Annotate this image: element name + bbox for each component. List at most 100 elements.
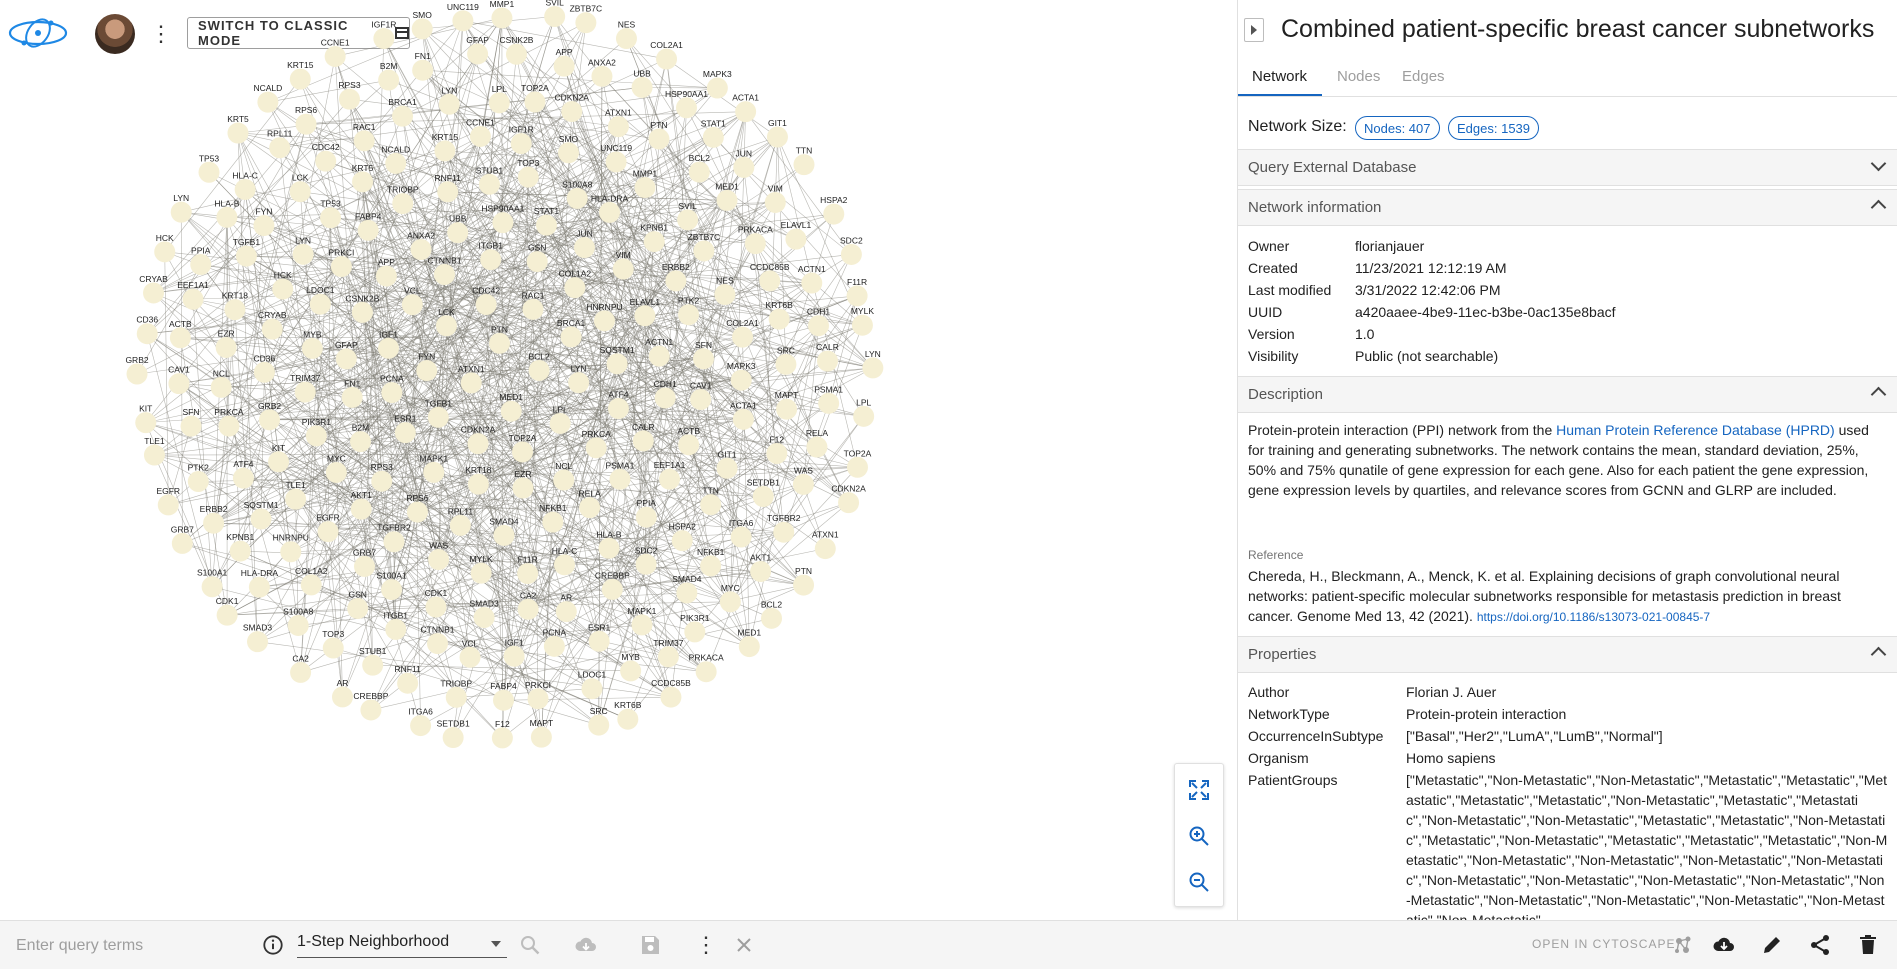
graph-node	[443, 727, 464, 748]
graph-node	[594, 310, 615, 331]
graph-node	[745, 233, 766, 254]
graph-node	[479, 174, 500, 195]
graph-node	[491, 7, 512, 28]
graph-node-label: NES	[716, 276, 734, 286]
switch-classic-mode-button[interactable]: SWITCH TO CLASSIC MODE	[187, 17, 410, 49]
graph-edge	[502, 593, 686, 738]
graph-edge	[198, 467, 857, 481]
graph-node	[544, 6, 565, 27]
chevron-up-icon	[1871, 200, 1887, 216]
graph-edge	[396, 163, 528, 609]
graph-node	[447, 222, 468, 243]
graph-edge	[437, 309, 533, 643]
properties-header[interactable]: Properties	[1238, 636, 1897, 673]
graph-node-label: SQSTM1	[600, 345, 635, 355]
tab-nodes[interactable]: Nodes	[1337, 68, 1380, 85]
graph-node-label: PRKACA	[738, 225, 773, 235]
graph-edge	[331, 218, 744, 420]
close-icon[interactable]	[732, 933, 756, 957]
user-avatar[interactable]	[95, 14, 135, 54]
graph-edge	[744, 167, 852, 254]
graph-edge	[599, 537, 741, 641]
graph-node	[425, 597, 446, 618]
graph-edge	[645, 316, 777, 454]
graph-node	[434, 264, 455, 285]
tab-edges[interactable]: Edges	[1402, 68, 1445, 85]
more-options-icon[interactable]: ⋮	[694, 933, 718, 957]
info-icon[interactable]	[262, 934, 284, 956]
cloud-download-icon[interactable]	[1712, 933, 1736, 957]
graph-edge	[363, 182, 707, 672]
graph-node	[550, 413, 571, 434]
graph-edge	[427, 139, 659, 371]
graph-edge	[272, 144, 521, 330]
graph-node-label: CDK1	[425, 588, 448, 598]
cytoscape-icon[interactable]	[1671, 933, 1695, 957]
more-menu-icon[interactable]: ⋮	[150, 20, 168, 48]
graph-edge	[361, 508, 589, 509]
graph-node	[775, 354, 796, 375]
graph-node	[766, 443, 787, 464]
doi-link[interactable]: https://doi.org/10.1186/s13073-021-00845…	[1477, 610, 1710, 624]
graph-edge	[502, 18, 569, 153]
delete-icon[interactable]	[1856, 933, 1880, 957]
graph-nodes[interactable]: LYNLPLTOP2ACDKN2AATXN1PTNBCL2MED1PRKACAC…	[125, 0, 883, 748]
graph-node-label: ITGA6	[408, 707, 433, 717]
query-input[interactable]	[14, 929, 248, 963]
graph-edge	[336, 188, 645, 473]
graph-edge	[761, 202, 776, 571]
graph-edge	[154, 293, 538, 699]
graph-edge	[280, 88, 718, 148]
search-icon[interactable]	[518, 933, 542, 957]
graph-edge	[503, 223, 755, 244]
graph-edge	[777, 137, 785, 364]
graph-edge	[481, 127, 618, 574]
graph-edge	[326, 161, 779, 319]
graph-node-label: LPL	[492, 84, 507, 94]
graph-edge	[201, 265, 235, 310]
graph-edge	[261, 481, 382, 519]
edit-icon[interactable]	[1760, 933, 1784, 957]
graph-edge	[458, 233, 523, 488]
graph-edge	[147, 334, 599, 642]
cloud-download-icon[interactable]	[574, 933, 598, 957]
zoom-in-icon[interactable]	[1187, 824, 1211, 848]
ndex-logo-icon[interactable]	[6, 14, 70, 52]
graph-edge	[291, 262, 537, 552]
graph-edge	[246, 256, 298, 625]
graph-edge	[392, 251, 704, 590]
share-icon[interactable]	[1808, 933, 1832, 957]
graph-edge	[504, 23, 586, 701]
network-graph-canvas[interactable]: LYNLPLTOP2ACDKN2AATXN1PTNBCL2MED1PRKACAC…	[0, 0, 1237, 920]
graph-edge	[179, 384, 502, 738]
graph-edge	[396, 18, 502, 629]
description-header[interactable]: Description	[1238, 376, 1897, 413]
zoom-out-icon[interactable]	[1187, 870, 1211, 894]
graph-node	[690, 389, 711, 410]
network-information-header[interactable]: Network information	[1238, 189, 1897, 226]
collapse-panel-button[interactable]	[1244, 18, 1264, 42]
graph-node-label: TOP3	[322, 629, 344, 639]
save-icon[interactable]	[638, 933, 662, 957]
graph-node	[815, 538, 836, 559]
fit-screen-icon[interactable]	[1187, 778, 1211, 802]
graph-node-label: WAS	[429, 541, 448, 551]
neighborhood-select[interactable]: 1-Step Neighborhood	[297, 933, 507, 958]
graph-edge	[730, 416, 863, 601]
graph-edge	[154, 189, 246, 292]
graph-edge	[682, 296, 857, 541]
query-external-database-header[interactable]: Query External Database	[1238, 149, 1897, 186]
graph-edge	[628, 468, 727, 719]
graph-node-label: MAPK1	[628, 606, 657, 616]
graph-edge	[227, 124, 306, 217]
tab-network[interactable]: Network	[1252, 68, 1307, 85]
graph-edge	[193, 161, 326, 299]
graph-node-label: CREBBP	[353, 691, 388, 701]
graph-edge	[137, 283, 812, 374]
graph-node-label: HSP90AA1	[481, 204, 524, 214]
graph-node-label: MYLK	[851, 306, 874, 316]
hprd-link[interactable]: Human Protein Reference Database (HPRD)	[1556, 422, 1835, 438]
open-in-cytoscape-button[interactable]: OPEN IN CYTOSCAPE	[1532, 937, 1675, 951]
graph-edge	[305, 392, 522, 452]
graph-edge	[209, 172, 777, 453]
